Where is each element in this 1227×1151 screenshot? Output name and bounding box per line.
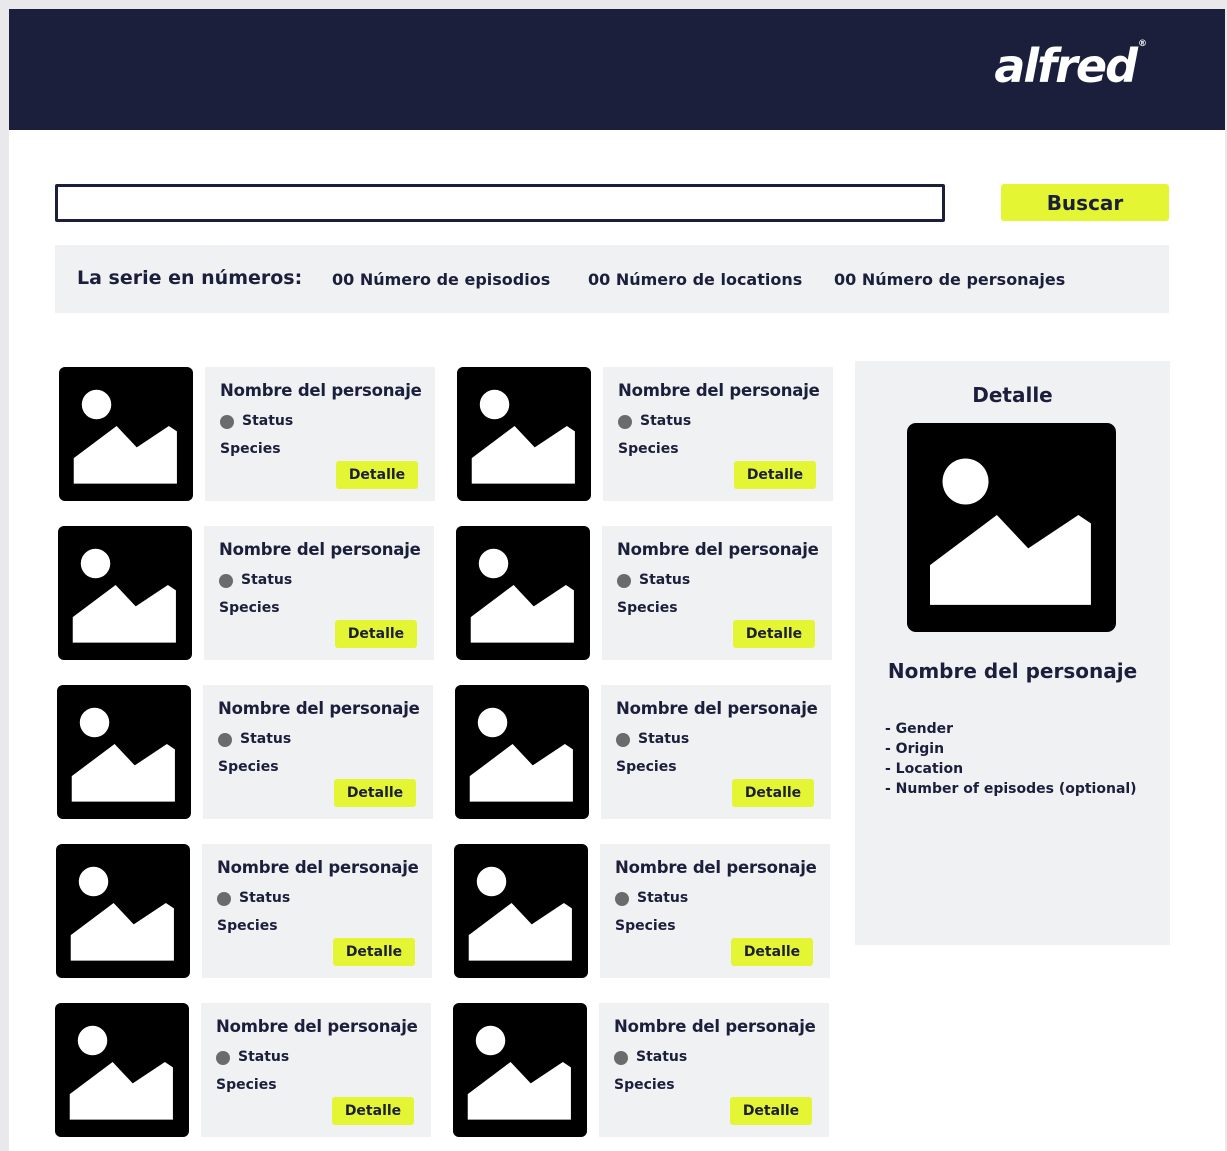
page: alfred ® Buscar La serie en números: 00 N… xyxy=(9,9,1225,1151)
status-dot-icon xyxy=(218,733,232,747)
character-species: Species xyxy=(217,918,278,934)
status-dot-icon xyxy=(219,574,233,588)
stats-title: La serie en números: xyxy=(77,267,303,289)
detail-field-origin: - Origin xyxy=(885,741,945,757)
detail-title: Detalle xyxy=(972,383,1053,407)
status-dot-icon xyxy=(616,733,630,747)
character-card: Nombre del personaje Status Species Detalle xyxy=(201,1003,431,1137)
detail-button[interactable]: Detalle xyxy=(733,620,815,648)
character-name: Nombre del personaje xyxy=(616,699,818,718)
character-status: Status xyxy=(637,890,689,906)
character-image-placeholder-icon xyxy=(59,367,193,501)
character-status: Status xyxy=(240,731,292,747)
stat-locations: 00 Número de locations xyxy=(588,270,803,289)
status-dot-icon xyxy=(617,574,631,588)
character-status: Status xyxy=(638,731,690,747)
status-dot-icon xyxy=(220,415,234,429)
detail-fields: - Gender - Origin - Location - Number of… xyxy=(885,719,1137,799)
character-species: Species xyxy=(615,918,676,934)
character-card: Nombre del personaje Status Species Detalle xyxy=(600,844,830,978)
status-dot-icon xyxy=(618,415,632,429)
character-image-placeholder-icon xyxy=(55,1003,189,1137)
character-name: Nombre del personaje xyxy=(220,381,422,400)
character-species: Species xyxy=(219,600,280,616)
detail-button[interactable]: Detalle xyxy=(335,620,417,648)
character-status: Status xyxy=(238,1049,290,1065)
stat-episodes: 00 Número de episodios xyxy=(332,270,551,289)
character-name: Nombre del personaje xyxy=(216,1017,418,1036)
alfred-logo[interactable]: alfred ® xyxy=(994,39,1147,93)
detail-button[interactable]: Detalle xyxy=(334,779,416,807)
detail-button[interactable]: Detalle xyxy=(333,938,415,966)
character-species: Species xyxy=(216,1077,277,1093)
character-image-placeholder-icon xyxy=(58,526,192,660)
character-species: Species xyxy=(618,441,679,457)
character-image-placeholder-icon xyxy=(453,1003,587,1137)
detail-field-episodes: - Number of episodes (optional) xyxy=(885,781,1137,797)
detail-button[interactable]: Detalle xyxy=(730,1097,812,1125)
status-dot-icon xyxy=(614,1051,628,1065)
character-card: Nombre del personaje Status Species Detalle xyxy=(601,685,831,819)
status-dot-icon xyxy=(615,892,629,906)
status-dot-icon xyxy=(217,892,231,906)
character-card: Nombre del personaje Status Species Detalle xyxy=(205,367,435,501)
character-image-placeholder-icon xyxy=(455,685,589,819)
character-image-placeholder-icon xyxy=(457,367,591,501)
character-image-placeholder-icon xyxy=(454,844,588,978)
detail-button[interactable]: Detalle xyxy=(731,938,813,966)
stat-characters: 00 Número de personajes xyxy=(834,270,1066,289)
character-name: Nombre del personaje xyxy=(614,1017,816,1036)
character-name: Nombre del personaje xyxy=(617,540,819,559)
character-status: Status xyxy=(639,572,691,588)
detail-field-location: - Location xyxy=(885,761,964,777)
character-status: Status xyxy=(241,572,293,588)
character-species: Species xyxy=(220,441,281,457)
character-card: Nombre del personaje Status Species Detalle xyxy=(204,526,434,660)
stats-bar: La serie en números: 00 Número de episod… xyxy=(55,245,1169,313)
character-name: Nombre del personaje xyxy=(618,381,820,400)
character-name: Nombre del personaje xyxy=(219,540,421,559)
character-image-placeholder-icon xyxy=(57,685,191,819)
detail-image-placeholder-icon xyxy=(907,423,1116,632)
character-species: Species xyxy=(614,1077,675,1093)
search-input[interactable] xyxy=(55,184,945,222)
detail-button[interactable]: Detalle xyxy=(734,461,816,489)
search-button[interactable]: Buscar xyxy=(1001,184,1169,221)
character-card: Nombre del personaje Status Species Detalle xyxy=(203,685,433,819)
character-card: Nombre del personaje Status Species Detalle xyxy=(202,844,432,978)
character-card: Nombre del personaje Status Species Detalle xyxy=(602,526,832,660)
status-dot-icon xyxy=(216,1051,230,1065)
character-name: Nombre del personaje xyxy=(615,858,817,877)
detail-field-gender: - Gender xyxy=(885,721,954,737)
detail-panel: Detalle Nombre del personaje - Gender - … xyxy=(855,361,1170,945)
detail-button[interactable]: Detalle xyxy=(336,461,418,489)
character-name: Nombre del personaje xyxy=(218,699,420,718)
character-status: Status xyxy=(636,1049,688,1065)
character-image-placeholder-icon xyxy=(456,526,590,660)
character-card: Nombre del personaje Status Species Detalle xyxy=(603,367,833,501)
detail-button[interactable]: Detalle xyxy=(332,1097,414,1125)
character-status: Status xyxy=(239,890,291,906)
character-name: Nombre del personaje xyxy=(217,858,419,877)
character-species: Species xyxy=(616,759,677,775)
header-bar: alfred ® xyxy=(9,9,1225,130)
character-status: Status xyxy=(640,413,692,429)
character-status: Status xyxy=(242,413,294,429)
character-species: Species xyxy=(617,600,678,616)
character-species: Species xyxy=(218,759,279,775)
detail-button[interactable]: Detalle xyxy=(732,779,814,807)
character-image-placeholder-icon xyxy=(56,844,190,978)
character-card: Nombre del personaje Status Species Detalle xyxy=(599,1003,829,1137)
detail-character-name: Nombre del personaje xyxy=(887,659,1138,683)
